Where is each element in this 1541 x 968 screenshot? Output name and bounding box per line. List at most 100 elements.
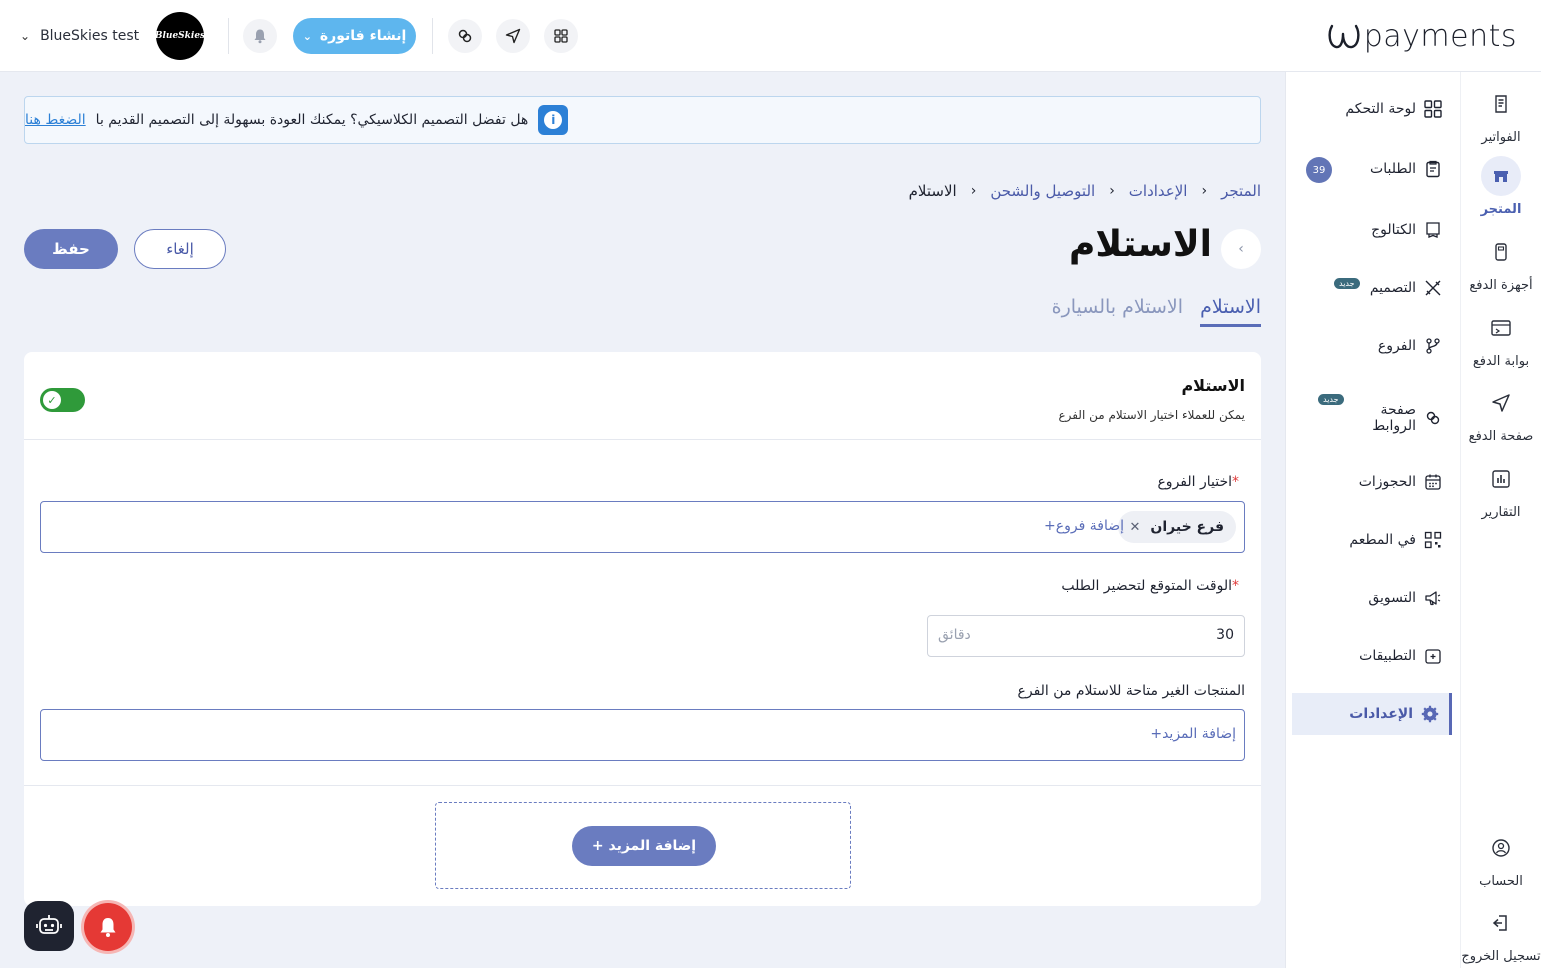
breadcrumb-item[interactable]: المتجر — [1221, 182, 1261, 200]
rail-item-label: التقارير — [1481, 505, 1521, 520]
submenu-item-dashboard[interactable]: لوحة التحكم — [1292, 88, 1452, 130]
submenu-item-branches[interactable]: الفروع — [1292, 325, 1452, 367]
rail-item-reports[interactable]: التقارير — [1461, 459, 1541, 520]
submenu-item-label: الطلبات — [1370, 161, 1416, 177]
rail-item-label: بوابة الدفع — [1472, 354, 1530, 369]
send-button[interactable] — [496, 19, 530, 53]
store-submenu: لوحة التحكم الطلبات 39 الكتالوج التصميم … — [1285, 72, 1461, 968]
chevron-down-icon: ⌄ — [20, 29, 31, 43]
chevron-left-icon: ‹ — [1238, 241, 1244, 257]
close-icon[interactable]: ✕ — [1130, 520, 1141, 535]
section-subtitle: يمكن للعملاء اختيار الاستلام من الفرع — [1058, 408, 1245, 422]
branches-label: اختيار الفروع* — [1157, 474, 1245, 490]
branch-chip: فرع خيران ✕ — [1117, 511, 1236, 543]
account-icon — [1481, 828, 1521, 868]
classic-design-banner: i هل تفضل التصميم الكلاسيكي؟ يمكنك العود… — [24, 96, 1261, 144]
calendar-icon — [1425, 474, 1441, 490]
rail-item-pos-devices[interactable]: أجهزة الدفع — [1461, 232, 1541, 293]
submenu-item-label: الفروع — [1377, 338, 1416, 354]
rail-item-store[interactable]: المتجر — [1461, 156, 1541, 217]
rail-item-logout[interactable]: تسجيل الخروج — [1461, 903, 1541, 964]
breadcrumb-item[interactable]: الإعدادات — [1129, 182, 1188, 200]
links-button[interactable] — [448, 19, 482, 53]
submenu-item-link-page[interactable]: صفحة الروابط — [1292, 392, 1452, 444]
unavailable-products-select[interactable]: +إضافة المزيد — [40, 709, 1245, 761]
submenu-item-settings[interactable]: الإعدادات — [1292, 693, 1452, 735]
avatar[interactable]: BlueSkies — [154, 12, 206, 60]
send-icon — [505, 28, 521, 44]
pickup-settings-card: الاستلام يمكن للعملاء اختيار الاستلام من… — [24, 352, 1261, 906]
rail-item-invoices[interactable]: الفواتير — [1461, 84, 1541, 145]
page-title: الاستلام — [1069, 224, 1212, 265]
rail-item-payment-gateway[interactable]: بوابة الدفع — [1461, 308, 1541, 369]
submenu-item-bookings[interactable]: الحجوزات — [1292, 461, 1452, 503]
submenu-item-label: الإعدادات — [1349, 706, 1413, 722]
branch-chip-label: فرع خيران — [1150, 519, 1224, 535]
branches-select[interactable]: فرع خيران ✕ +إضافة فروع — [40, 501, 1245, 553]
required-mark: * — [1232, 578, 1239, 594]
link-icon — [458, 29, 472, 43]
submenu-item-apps[interactable]: التطبيقات — [1292, 635, 1452, 677]
rail-item-label: أجهزة الدفع — [1469, 278, 1533, 293]
clipboard-icon — [1426, 160, 1440, 178]
avatar-text: BlueSkies — [154, 31, 206, 41]
brand-logo[interactable]: payments — [1326, 16, 1517, 56]
catalog-icon — [1426, 222, 1440, 238]
section-title: الاستلام — [1181, 376, 1245, 395]
rail-item-label: الفواتير — [1481, 130, 1521, 145]
megaphone-icon — [1425, 591, 1441, 606]
branches-label-text: اختيار الفروع — [1157, 474, 1232, 490]
design-tools-icon — [1425, 280, 1441, 296]
create-invoice-button[interactable]: ⌄ إنشاء فاتورة — [293, 18, 416, 54]
add-more-button[interactable]: + إضافة المزيد — [572, 826, 716, 866]
send-icon — [1481, 383, 1521, 423]
submenu-item-label: التطبيقات — [1359, 648, 1416, 664]
rail-item-label: المتجر — [1480, 202, 1522, 217]
account-name: BlueSkies testi… — [40, 28, 140, 44]
notifications-button[interactable] — [243, 19, 277, 53]
prep-time-label-text: الوقت المتوقع لتحضير الطلب — [1061, 578, 1232, 594]
tab-pickup[interactable]: الاستلام — [1200, 296, 1261, 327]
logo-text: payments — [1363, 18, 1517, 54]
banner-text: هل تفضل التصميم الكلاسيكي؟ يمكنك العودة … — [95, 112, 529, 128]
save-button[interactable]: حفظ — [24, 229, 118, 269]
prep-time-value: 30 — [1216, 627, 1234, 643]
submenu-item-label: الحجوزات — [1358, 474, 1416, 490]
submenu-item-label: في المطعم — [1349, 532, 1416, 548]
card-header: الاستلام يمكن للعملاء اختيار الاستلام من… — [24, 352, 1261, 440]
rail-item-account[interactable]: الحساب — [1461, 828, 1541, 889]
push-notification-button[interactable] — [84, 903, 132, 951]
submenu-item-dine-in[interactable]: في المطعم — [1292, 519, 1452, 561]
divider — [432, 18, 433, 54]
pickup-toggle[interactable]: ✓ — [40, 388, 85, 412]
icon-rail: الفواتير المتجر أجهزة الدفع بوابة الدفع … — [1461, 72, 1541, 968]
submenu-item-catalog[interactable]: الكتالوج — [1292, 209, 1452, 251]
chevron-left-icon: ‹ — [1109, 183, 1115, 199]
create-invoice-label: إنشاء فاتورة — [319, 28, 407, 44]
breadcrumb-item[interactable]: التوصيل والشحن — [990, 182, 1095, 200]
rail-item-payment-page[interactable]: صفحة الدفع — [1461, 383, 1541, 444]
cancel-button[interactable]: إلغاء — [134, 229, 226, 269]
banner-link[interactable]: الضغط هنا — [25, 112, 86, 128]
add-more-link[interactable]: +إضافة المزيد — [1150, 726, 1236, 742]
tab-curbside-pickup[interactable]: الاستلام بالسيارة — [1052, 296, 1183, 324]
back-button[interactable]: ‹ — [1221, 229, 1261, 269]
apps-icon — [1425, 649, 1441, 664]
grid-icon — [554, 29, 568, 43]
account-switcher[interactable]: ⌄ BlueSkies testi… — [20, 18, 140, 54]
add-more-area: + إضافة المزيد — [435, 802, 851, 889]
prep-time-input[interactable]: 30 دقائق — [927, 615, 1245, 657]
dashboard-icon — [1424, 100, 1442, 118]
submenu-item-label: التسويق — [1368, 590, 1416, 606]
submenu-item-design[interactable]: التصميم — [1292, 267, 1452, 309]
chevron-left-icon: ‹ — [970, 183, 977, 199]
new-badge: جديد — [1334, 278, 1360, 289]
submenu-item-label: التصميم — [1369, 280, 1416, 296]
logout-icon — [1481, 903, 1521, 943]
breadcrumb: المتجر ‹ الإعدادات ‹ التوصيل والشحن ‹ ال… — [909, 182, 1261, 200]
chatbot-button[interactable] — [24, 901, 74, 951]
add-branches-link[interactable]: +إضافة فروع — [1044, 518, 1124, 534]
submenu-item-marketing[interactable]: التسويق — [1292, 577, 1452, 619]
apps-button[interactable] — [544, 19, 578, 53]
chevron-left-icon: ‹ — [1201, 183, 1208, 199]
